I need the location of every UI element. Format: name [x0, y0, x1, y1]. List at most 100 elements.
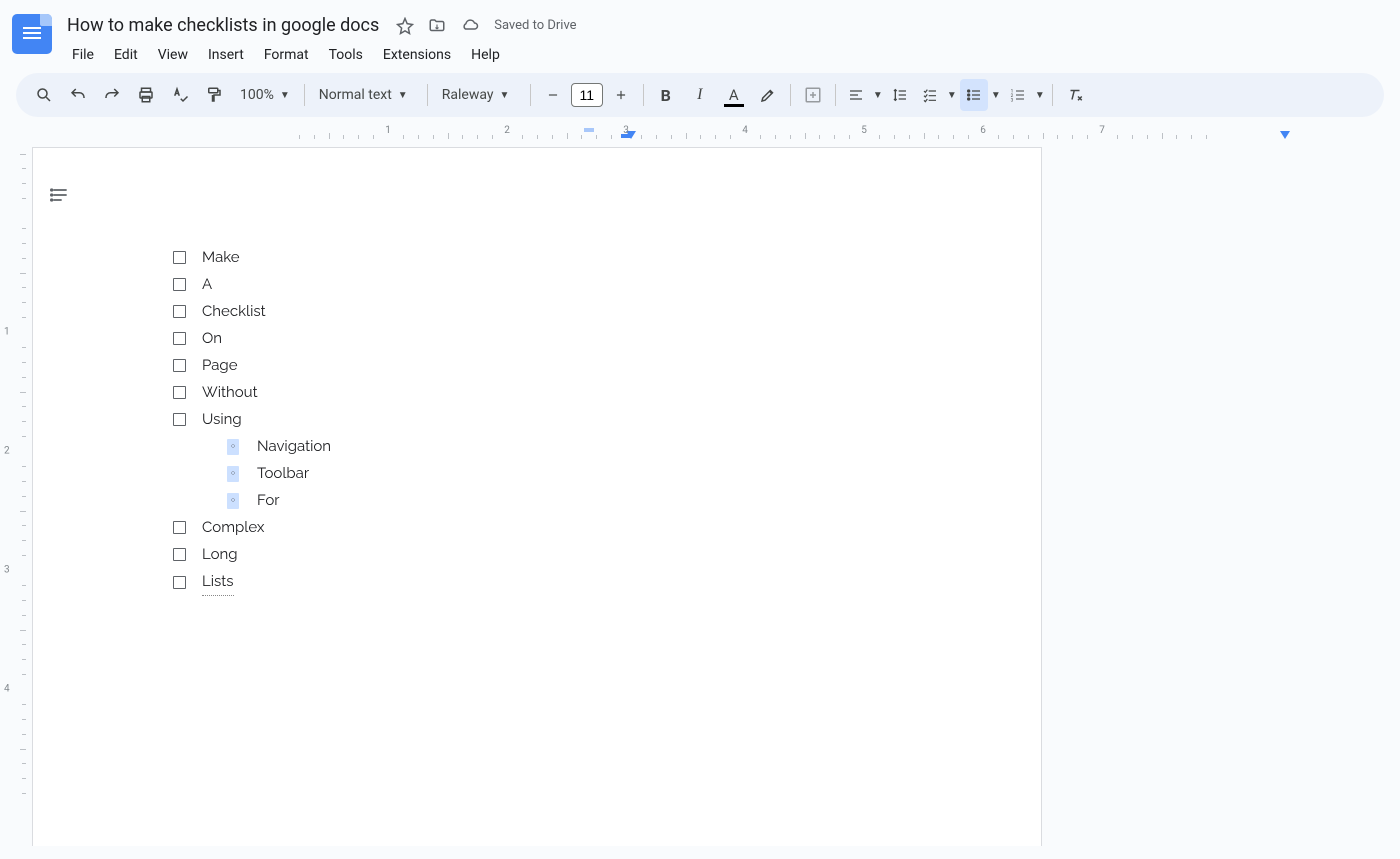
bulleted-list-icon[interactable] — [960, 79, 988, 111]
nested-list-item[interactable]: ○ Toolbar — [227, 460, 945, 487]
checkbox-icon[interactable] — [173, 359, 186, 372]
menu-format[interactable]: Format — [256, 43, 317, 67]
horizontal-ruler[interactable]: 1234567 — [32, 125, 1400, 143]
checkbox-icon[interactable] — [173, 548, 186, 561]
separator — [427, 84, 428, 106]
chevron-down-icon: ▼ — [280, 90, 290, 101]
chevron-down-icon[interactable]: ▼ — [988, 79, 1002, 111]
numbered-list-dropdown[interactable]: 123▼ — [1004, 79, 1046, 111]
nested-list[interactable]: ○ Navigation ○ Toolbar ○ For — [227, 433, 945, 514]
checkbox-icon[interactable] — [173, 386, 186, 399]
star-icon[interactable] — [396, 17, 414, 35]
menu-bar: File Edit View Insert Format Tools Exten… — [60, 39, 1388, 73]
item-text[interactable]: For — [257, 487, 280, 514]
checkbox-icon[interactable] — [173, 521, 186, 534]
menu-tools[interactable]: Tools — [321, 43, 371, 67]
checklist-content[interactable]: Make A Checklist On Page Without Using ○… — [173, 244, 945, 596]
numbered-list-icon[interactable]: 123 — [1004, 79, 1032, 111]
nested-list-item[interactable]: ○ Navigation — [227, 433, 945, 460]
item-text[interactable]: Navigation — [257, 433, 331, 460]
checklist-item[interactable]: Lists — [173, 568, 945, 596]
item-text[interactable]: Toolbar — [257, 460, 309, 487]
selected-bullet-icon[interactable]: ○ — [227, 466, 239, 482]
highlight-icon[interactable] — [752, 79, 784, 111]
align-dropdown[interactable]: ▼ — [842, 79, 884, 111]
checklist-item[interactable]: Page — [173, 352, 945, 379]
font-dropdown[interactable]: Raleway▼ — [434, 79, 524, 111]
checkbox-icon[interactable] — [173, 305, 186, 318]
menu-extensions[interactable]: Extensions — [375, 43, 459, 67]
selected-bullet-icon[interactable]: ○ — [227, 439, 239, 455]
checklist-item[interactable]: Complex — [173, 514, 945, 541]
menu-insert[interactable]: Insert — [200, 43, 252, 67]
bold-icon[interactable]: B — [650, 79, 682, 111]
checkbox-icon[interactable] — [173, 278, 186, 291]
chevron-down-icon[interactable]: ▼ — [1032, 79, 1046, 111]
chevron-down-icon[interactable]: ▼ — [944, 79, 958, 111]
redo-icon[interactable] — [96, 79, 128, 111]
title-row: How to make checklists in google docs Sa… — [60, 8, 1388, 39]
docs-logo-icon[interactable] — [12, 14, 52, 54]
checklist-icon[interactable] — [916, 79, 944, 111]
chevron-down-icon[interactable]: ▼ — [870, 79, 884, 111]
vertical-ruler[interactable]: 1234 — [0, 143, 32, 846]
document-page[interactable]: Make A Checklist On Page Without Using ○… — [32, 147, 1042, 846]
document-title[interactable]: How to make checklists in google docs — [60, 12, 386, 39]
item-text[interactable]: On — [202, 325, 222, 352]
checklist-item[interactable]: Make — [173, 244, 945, 271]
right-indent-marker[interactable] — [1280, 131, 1290, 139]
align-left-icon[interactable] — [842, 79, 870, 111]
item-text[interactable]: Without — [202, 379, 258, 406]
page-scroll-area[interactable]: Make A Checklist On Page Without Using ○… — [32, 143, 1400, 846]
item-text[interactable]: Using — [202, 406, 242, 433]
checklist-item[interactable]: Without — [173, 379, 945, 406]
separator — [835, 84, 836, 106]
move-icon[interactable] — [428, 17, 446, 35]
cloud-icon[interactable] — [460, 17, 480, 35]
text-color-icon[interactable]: A — [718, 79, 750, 111]
undo-icon[interactable] — [62, 79, 94, 111]
zoom-dropdown[interactable]: 100%▼ — [232, 79, 298, 111]
search-menus-icon[interactable] — [28, 79, 60, 111]
clear-formatting-icon[interactable] — [1059, 79, 1091, 111]
item-text[interactable]: A — [202, 271, 212, 298]
paragraph-style-dropdown[interactable]: Normal text▼ — [311, 79, 421, 111]
checkbox-icon[interactable] — [173, 576, 186, 589]
print-icon[interactable] — [130, 79, 162, 111]
checklist-dropdown[interactable]: ▼ — [916, 79, 958, 111]
chevron-down-icon: ▼ — [398, 90, 408, 101]
spellcheck-icon[interactable] — [164, 79, 196, 111]
menu-file[interactable]: File — [64, 43, 102, 67]
item-text[interactable]: Lists — [202, 568, 234, 596]
chevron-down-icon: ▼ — [500, 90, 510, 101]
menu-view[interactable]: View — [150, 43, 196, 67]
bulleted-list-dropdown[interactable]: ▼ — [960, 79, 1002, 111]
decrease-font-icon[interactable] — [537, 79, 569, 111]
increase-font-icon[interactable] — [605, 79, 637, 111]
selected-bullet-icon[interactable]: ○ — [227, 493, 239, 509]
item-text[interactable]: Long — [202, 541, 238, 568]
nested-list-item[interactable]: ○ For — [227, 487, 945, 514]
menu-edit[interactable]: Edit — [106, 43, 146, 67]
paint-format-icon[interactable] — [198, 79, 230, 111]
line-spacing-icon[interactable] — [886, 79, 914, 111]
checklist-item[interactable]: Checklist — [173, 298, 945, 325]
checklist-item[interactable]: Using — [173, 406, 945, 433]
item-text[interactable]: Page — [202, 352, 238, 379]
checklist-item[interactable]: On — [173, 325, 945, 352]
checklist-item[interactable]: A — [173, 271, 945, 298]
document-outline-icon[interactable] — [50, 185, 70, 205]
item-text[interactable]: Make — [202, 244, 240, 271]
checkbox-icon[interactable] — [173, 413, 186, 426]
line-spacing-dropdown[interactable] — [886, 79, 914, 111]
checklist-item[interactable]: Long — [173, 541, 945, 568]
checkbox-icon[interactable] — [173, 251, 186, 264]
font-size-input[interactable] — [571, 83, 603, 107]
italic-icon[interactable]: I — [684, 79, 716, 111]
insert-image-icon[interactable] — [797, 79, 829, 111]
checkbox-icon[interactable] — [173, 332, 186, 345]
item-text[interactable]: Checklist — [202, 298, 266, 325]
first-line-indent-marker[interactable] — [584, 128, 594, 132]
menu-help[interactable]: Help — [463, 43, 508, 67]
item-text[interactable]: Complex — [202, 514, 264, 541]
